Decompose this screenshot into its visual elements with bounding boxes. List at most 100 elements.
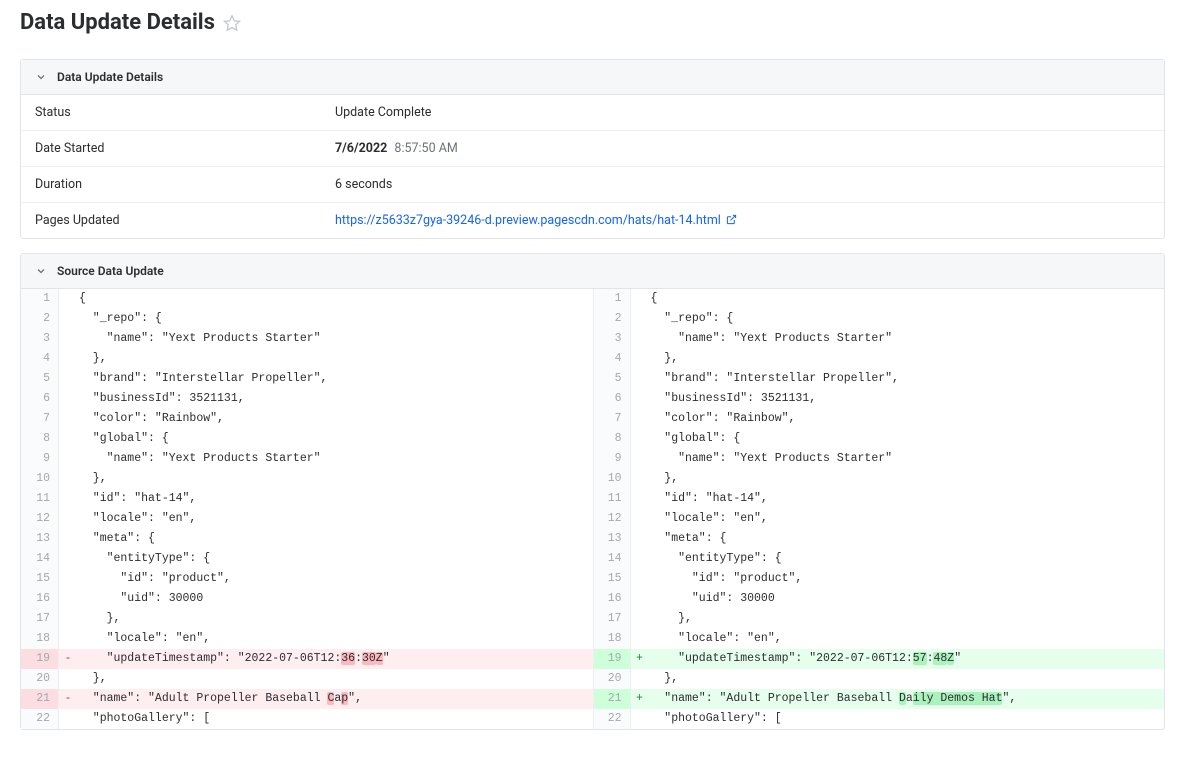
diff-marker — [59, 529, 77, 549]
code-content: "locale": "en", — [649, 509, 1165, 529]
details-panel: Data Update Details Status Update Comple… — [20, 59, 1165, 239]
diff-marker — [631, 389, 649, 409]
diff-marker — [631, 369, 649, 389]
code-content: "updateTimestamp": "2022-07-06T12:57:48Z… — [649, 649, 1165, 669]
code-content: "name": "Adult Propeller Baseball Cap", — [77, 689, 593, 709]
line-number: 5 — [593, 369, 631, 389]
diff-line: 5 "brand": "Interstellar Propeller", — [21, 369, 593, 389]
line-number: 21 — [21, 689, 59, 709]
code-content: "_repo": { — [649, 309, 1165, 329]
code-content: "entityType": { — [77, 549, 593, 569]
diff-line: 7 "color": "Rainbow", — [21, 409, 593, 429]
diff-marker — [59, 569, 77, 589]
line-number: 18 — [593, 629, 631, 649]
line-number: 12 — [593, 509, 631, 529]
favorite-star-icon[interactable] — [223, 14, 241, 32]
diff-marker — [631, 409, 649, 429]
diff-marker — [59, 329, 77, 349]
diff-marker — [631, 429, 649, 449]
status-label: Status — [21, 95, 321, 131]
diff-marker — [631, 629, 649, 649]
line-number: 14 — [593, 549, 631, 569]
diff-line: 16 "uid": 30000 — [593, 589, 1165, 609]
diff-marker: + — [631, 689, 649, 709]
status-value: Update Complete — [321, 95, 1164, 131]
diff-line: 17 }, — [593, 609, 1165, 629]
diff-line: 11 "id": "hat-14", — [593, 489, 1165, 509]
line-number: 15 — [593, 569, 631, 589]
code-content: "name": "Yext Products Starter" — [649, 449, 1165, 469]
line-number: 1 — [21, 289, 59, 309]
code-content: "uid": 30000 — [77, 589, 593, 609]
code-content: "global": { — [77, 429, 593, 449]
line-number: 20 — [593, 669, 631, 689]
diff-line: 12 "locale": "en", — [21, 509, 593, 529]
date-value: 7/6/2022 — [335, 141, 387, 156]
code-content: }, — [649, 669, 1165, 689]
code-content: "color": "Rainbow", — [649, 409, 1165, 429]
line-number: 9 — [593, 449, 631, 469]
diff-marker — [59, 409, 77, 429]
diff-line: 4 }, — [21, 349, 593, 369]
diff-marker — [59, 309, 77, 329]
line-number: 21 — [593, 689, 631, 709]
code-content: "businessId": 3521131, — [77, 389, 593, 409]
line-number: 10 — [21, 469, 59, 489]
diff-marker — [59, 429, 77, 449]
line-number: 4 — [21, 349, 59, 369]
diff-line: 14 "entityType": { — [593, 549, 1165, 569]
line-number: 6 — [593, 389, 631, 409]
line-number: 8 — [593, 429, 631, 449]
diff-marker — [631, 329, 649, 349]
row-date-started: Date Started 7/6/2022 8:57:50 AM — [21, 131, 1164, 167]
diff-left-pane: 1{2 "_repo": {3 "name": "Yext Products S… — [21, 289, 593, 729]
line-number: 17 — [21, 609, 59, 629]
source-panel-title: Source Data Update — [57, 264, 164, 278]
diff-line: 1{ — [593, 289, 1165, 309]
line-number: 19 — [21, 649, 59, 669]
line-number: 4 — [593, 349, 631, 369]
line-number: 16 — [21, 589, 59, 609]
diff-marker — [59, 549, 77, 569]
diff-marker — [59, 589, 77, 609]
diff-marker — [631, 469, 649, 489]
diff-line: 20 }, — [593, 669, 1165, 689]
diff-right-pane: 1{2 "_repo": {3 "name": "Yext Products S… — [593, 289, 1165, 729]
code-content: "locale": "en", — [77, 509, 593, 529]
diff-marker — [59, 629, 77, 649]
duration-label: Duration — [21, 167, 321, 203]
code-content: "entityType": { — [649, 549, 1165, 569]
code-content: "id": "hat-14", — [77, 489, 593, 509]
line-number: 13 — [21, 529, 59, 549]
code-content: "brand": "Interstellar Propeller", — [77, 369, 593, 389]
row-duration: Duration 6 seconds — [21, 167, 1164, 203]
code-content: "photoGallery": [ — [649, 709, 1165, 729]
diff-line: 11 "id": "hat-14", — [21, 489, 593, 509]
details-panel-header[interactable]: Data Update Details — [21, 60, 1164, 95]
diff-marker — [59, 469, 77, 489]
diff-viewer: 1{2 "_repo": {3 "name": "Yext Products S… — [21, 289, 1164, 729]
diff-marker: - — [59, 649, 77, 669]
line-number: 6 — [21, 389, 59, 409]
line-number: 16 — [593, 589, 631, 609]
diff-line: 10 }, — [21, 469, 593, 489]
source-panel-header[interactable]: Source Data Update — [21, 254, 1164, 289]
duration-value: 6 seconds — [321, 167, 1164, 203]
diff-line: 9 "name": "Yext Products Starter" — [593, 449, 1165, 469]
line-number: 22 — [593, 709, 631, 729]
diff-line: 16 "uid": 30000 — [21, 589, 593, 609]
code-content: }, — [77, 669, 593, 689]
line-number: 7 — [21, 409, 59, 429]
diff-marker — [59, 489, 77, 509]
diff-line: 15 "id": "product", — [21, 569, 593, 589]
code-content: "locale": "en", — [77, 629, 593, 649]
diff-marker — [631, 549, 649, 569]
diff-line: 17 }, — [21, 609, 593, 629]
pages-updated-url: https://z5633z7gya-39246-d.preview.pages… — [335, 213, 721, 228]
code-content: { — [77, 289, 593, 309]
line-number: 15 — [21, 569, 59, 589]
diff-line: 22 "photoGallery": [ — [21, 709, 593, 729]
pages-updated-link[interactable]: https://z5633z7gya-39246-d.preview.pages… — [335, 213, 737, 228]
code-content: }, — [77, 349, 593, 369]
diff-marker: - — [59, 689, 77, 709]
